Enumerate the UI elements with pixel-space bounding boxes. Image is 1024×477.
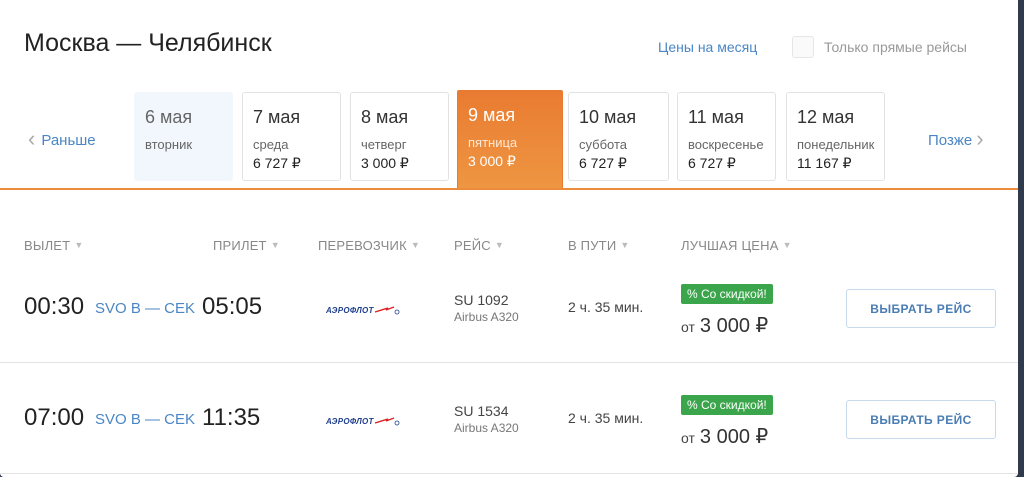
date-tab-9-may-selected[interactable]: 9 мая пятница 3 000 ₽ (457, 90, 563, 189)
sort-duration[interactable]: В ПУТИ ▼ (568, 238, 629, 253)
sort-arrival[interactable]: ПРИЛЕТ ▼ (213, 238, 280, 253)
date-tab-weekday: четверг (361, 137, 407, 152)
date-tab-6-may[interactable]: 6 мая вторник (134, 92, 233, 181)
date-tab-price: 11 167 ₽ (797, 155, 852, 171)
date-tab-date: 6 мая (145, 107, 193, 127)
date-tab-weekday: среда (253, 137, 289, 152)
arrival-time: 11:35 (202, 404, 261, 431)
next-dates-label: Позже (928, 131, 973, 149)
date-tab-price: 3 000 ₽ (361, 155, 409, 171)
date-tab-12-may[interactable]: 12 мая понедельник 11 167 ₽ (786, 92, 885, 181)
caret-down-icon: ▼ (782, 240, 792, 250)
airline-logo: АЭРОФЛОТ (326, 416, 400, 426)
caret-down-icon: ▼ (270, 240, 280, 250)
aircraft-type: Airbus A320 (454, 310, 519, 324)
caret-down-icon: ▼ (74, 240, 84, 250)
sort-best-price-label: ЛУЧШАЯ ЦЕНА (681, 238, 779, 253)
airline-name: АЭРОФЛОТ (326, 305, 374, 315)
date-tab-date: 8 мая (361, 107, 409, 127)
discount-badge: % Со скидкой! (681, 284, 773, 304)
sort-carrier[interactable]: ПЕРЕВОЗЧИК ▼ (318, 238, 420, 253)
sort-departure[interactable]: ВЫЛЕТ ▼ (24, 238, 83, 253)
flight-number: SU 1092 (454, 292, 509, 308)
date-tab-weekday: понедельник (797, 137, 875, 152)
date-tab-8-may[interactable]: 8 мая четверг 3 000 ₽ (350, 92, 449, 181)
date-tab-10-may[interactable]: 10 мая суббота 6 727 ₽ (568, 92, 669, 181)
date-tab-date: 7 мая (253, 107, 301, 127)
sort-best-price[interactable]: ЛУЧШАЯ ЦЕНА ▼ (681, 238, 792, 253)
sort-duration-label: В ПУТИ (568, 238, 617, 253)
route-airports[interactable]: SVO B — CEK (95, 300, 195, 317)
date-tab-11-may[interactable]: 11 мая воскресенье 6 727 ₽ (677, 92, 776, 181)
select-flight-button[interactable]: ВЫБРАТЬ РЕЙС (846, 400, 996, 439)
date-selector-divider (0, 188, 1018, 190)
direct-flights-checkbox[interactable] (792, 36, 814, 58)
airline-wing-icon (374, 417, 400, 426)
date-tab-weekday: пятница (468, 135, 518, 150)
direct-flights-filter[interactable]: Только прямые рейсы (792, 36, 967, 58)
prev-dates-button[interactable]: ‹ Раньше (28, 126, 96, 151)
month-prices-link[interactable]: Цены на месяц (658, 39, 757, 55)
date-tab-price: 6 727 ₽ (688, 155, 736, 171)
caret-down-icon: ▼ (620, 240, 630, 250)
prev-dates-label: Раньше (41, 131, 96, 149)
select-flight-button[interactable]: ВЫБРАТЬ РЕЙС (846, 289, 996, 328)
flight-number: SU 1534 (454, 403, 509, 419)
date-tab-price: 6 727 ₽ (253, 155, 301, 171)
sort-arrival-label: ПРИЛЕТ (213, 238, 267, 253)
caret-down-icon: ▼ (410, 240, 420, 250)
chevron-right-icon: › (976, 126, 984, 151)
flight-duration: 2 ч. 35 мин. (568, 410, 644, 426)
sort-departure-label: ВЫЛЕТ (24, 238, 71, 253)
departure-time: 00:30 (24, 293, 85, 320)
page-title: Москва — Челябинск (24, 29, 272, 57)
date-tab-date: 12 мая (797, 107, 855, 127)
flight-search-panel: Москва — Челябинск Цены на месяц Только … (0, 0, 1018, 477)
flight-row: 00:30 SVO B — CEK 05:05 АЭРОФЛОТ SU 1092… (0, 253, 1018, 363)
date-tab-date: 10 мая (579, 107, 637, 127)
flight-row: 07:00 SVO B — CEK 11:35 АЭРОФЛОТ SU 1534… (0, 364, 1018, 474)
departure-time: 07:00 (24, 404, 85, 431)
sort-flight[interactable]: РЕЙС ▼ (454, 238, 504, 253)
price-prefix: от (681, 430, 695, 446)
date-tab-weekday: суббота (579, 137, 628, 152)
caret-down-icon: ▼ (494, 240, 504, 250)
date-tab-price: 6 727 ₽ (579, 155, 627, 171)
sort-carrier-label: ПЕРЕВОЗЧИК (318, 238, 407, 253)
date-tab-7-may[interactable]: 7 мая среда 6 727 ₽ (242, 92, 341, 181)
airline-name: АЭРОФЛОТ (326, 416, 374, 426)
price-value: 3 000 ₽ (699, 315, 769, 337)
sort-flight-label: РЕЙС (454, 238, 491, 253)
discount-badge: % Со скидкой! (681, 395, 773, 415)
route-airports[interactable]: SVO B — CEK (95, 411, 195, 428)
flight-duration: 2 ч. 35 мин. (568, 299, 644, 315)
date-tab-price: 3 000 ₽ (468, 153, 516, 169)
next-dates-button[interactable]: Позже › (928, 126, 984, 151)
arrival-time: 05:05 (202, 293, 263, 320)
price: от 3 000 ₽ (681, 313, 768, 338)
date-tab-date: 11 мая (688, 107, 744, 127)
direct-flights-label: Только прямые рейсы (824, 39, 967, 55)
price-value: 3 000 ₽ (699, 426, 769, 448)
airline-wing-icon (374, 306, 400, 315)
date-tab-weekday: вторник (145, 137, 193, 152)
airline-logo: АЭРОФЛОТ (326, 305, 400, 315)
price: от 3 000 ₽ (681, 424, 768, 449)
price-prefix: от (681, 319, 695, 335)
date-tab-date: 9 мая (468, 105, 516, 125)
date-tab-weekday: воскресенье (688, 137, 764, 152)
aircraft-type: Airbus A320 (454, 421, 519, 435)
chevron-left-icon: ‹ (28, 126, 36, 151)
